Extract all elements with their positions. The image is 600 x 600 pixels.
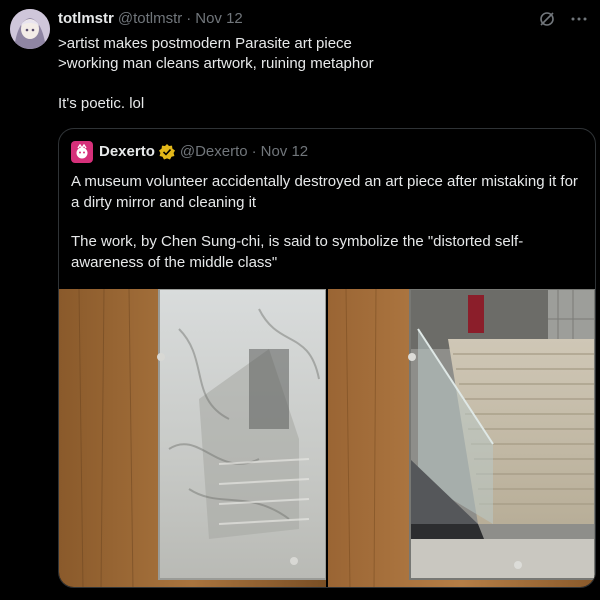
tweet-text: >artist makes postmodern Parasite art pi…	[58, 34, 580, 114]
separator: ·	[251, 143, 257, 160]
timestamp[interactable]: Nov 12	[195, 10, 243, 28]
separator: ·	[186, 10, 192, 27]
clean-mirror-image	[328, 289, 595, 587]
display-name[interactable]: totlmstr	[58, 10, 114, 28]
avatar[interactable]	[10, 9, 50, 49]
photo-after[interactable]	[328, 289, 595, 587]
quoted-text: A museum volunteer accidentally destroye…	[71, 171, 581, 273]
tweet-header: totlmstr @totlmstr · Nov 12	[58, 10, 580, 28]
tweet-line: >working man cleans artwork, ruining met…	[58, 55, 374, 72]
quoted-avatar[interactable]	[71, 141, 93, 163]
quoted-handle[interactable]: @Dexerto	[180, 142, 248, 162]
grok-icon[interactable]	[538, 10, 556, 28]
tweet-closing: It's poetic. lol	[58, 95, 145, 112]
photo-before[interactable]	[59, 289, 326, 587]
quoted-paragraph: A museum volunteer accidentally destroye…	[71, 173, 578, 211]
quoted-timestamp[interactable]: Nov 12	[261, 142, 309, 162]
user-handle[interactable]: @totlmstr	[118, 10, 182, 28]
media-grid	[59, 289, 595, 587]
avatar-image	[10, 9, 50, 49]
verified-badge-icon	[158, 143, 176, 161]
quoted-paragraph: The work, by Chen Sung-chi, is said to s…	[71, 233, 524, 271]
dirty-mirror-image	[59, 289, 326, 587]
quoted-header: Dexerto @Dexerto · Nov 12	[71, 141, 308, 163]
quoted-display-name[interactable]: Dexerto	[99, 142, 155, 162]
more-options-icon[interactable]	[570, 10, 588, 28]
tweet-line: >artist makes postmodern Parasite art pi…	[58, 35, 352, 52]
quoted-tweet[interactable]: Dexerto @Dexerto · Nov 12 A museum volun…	[58, 128, 596, 588]
tweet-actions	[538, 10, 588, 28]
dexerto-logo-icon	[76, 144, 88, 159]
